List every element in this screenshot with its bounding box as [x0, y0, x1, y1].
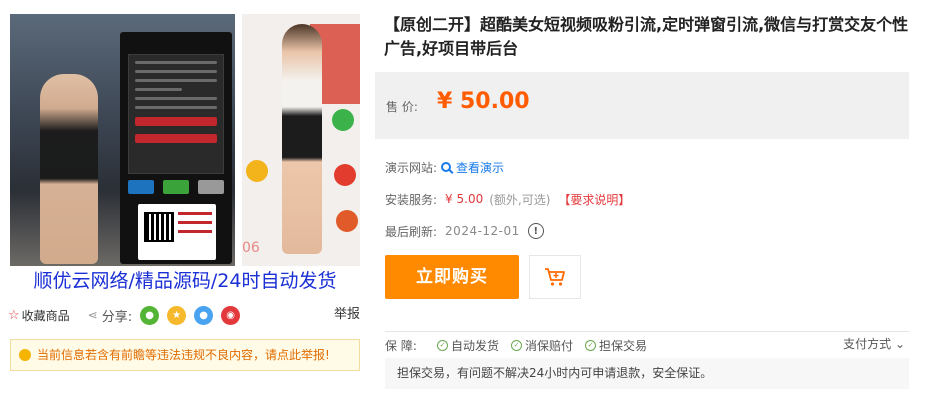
phone-mockup [120, 32, 232, 264]
star-icon: ☆ [8, 307, 20, 323]
payment-methods-label: 支付方式 [843, 337, 892, 351]
qr-card [138, 204, 216, 260]
reward-badge-icon [334, 164, 356, 186]
notice-text: 当前信息若含有前瞻等违法违规不良内容，请点此举报! [37, 348, 330, 362]
share-label: 分享: [101, 309, 133, 325]
product-screenshot-model[interactable] [242, 14, 360, 266]
popup-buttons [128, 180, 224, 194]
demo-key: 演示网站: [385, 160, 438, 175]
phone-header [126, 36, 226, 50]
product-screenshot-street[interactable] [10, 14, 235, 266]
share-group: ⋖ 分享: ● ★ ● ◉ [87, 305, 241, 325]
price-value: ¥ 50.00 [437, 89, 530, 114]
buy-now-button[interactable]: 立即购买 [385, 255, 519, 299]
favorite-label: 收藏商品 [21, 308, 70, 323]
service-note: (额外,可选) [489, 192, 551, 207]
search-icon [441, 162, 452, 172]
add-to-cart-button[interactable] [529, 255, 581, 299]
favorite-button[interactable]: ☆ 收藏商品 [8, 307, 70, 324]
heart-badge-icon [332, 109, 354, 131]
payment-methods-dropdown[interactable]: 支付方式 ⌄ [843, 335, 905, 352]
gift-badge-icon [336, 210, 358, 232]
qzone-icon[interactable]: ★ [167, 305, 187, 325]
gallery-caption: 顺优云网络/精品源码/24时自动发货 [33, 270, 337, 292]
cart-icon [545, 268, 565, 286]
check-icon: ✓ [437, 339, 448, 351]
check-icon: ✓ [585, 339, 597, 351]
report-notice[interactable]: 当前信息若含有前瞻等违法违规不良内容，请点此举报! [10, 339, 360, 371]
report-link[interactable]: 举报 [334, 304, 360, 326]
refresh-row: 最后刷新: 2024-12-01 ! [385, 221, 544, 241]
guarantee-description: 担保交易，有问题不解决24小时内可申请退款，安全保证。 [385, 358, 909, 389]
service-row: 安装服务: ¥ 5.00 (额外,可选) 【要求说明】 [385, 189, 630, 209]
price-panel: 售 价: ¥ 50.00 [375, 72, 909, 139]
chevron-down-icon: ⌄ [894, 337, 905, 351]
image-watermark: 06 [242, 240, 260, 256]
demo-link-label: 查看演示 [456, 160, 505, 175]
guarantee-item: ✓ 担保交易 [585, 337, 647, 354]
service-key: 安装服务: [385, 192, 438, 207]
price-label: 售 价: [386, 100, 418, 114]
demo-row: 演示网站: 查看演示 [385, 157, 504, 177]
wechat-icon[interactable]: ● [140, 305, 160, 325]
product-title: 【原创二开】超酷美女短视频吸粉引流,定时弹窗引流,微信与打赏交友个性广告,好项目… [384, 15, 909, 58]
guarantee-label: 保 障: [385, 338, 417, 353]
info-icon[interactable]: ! [527, 223, 544, 239]
coin-badge-icon [246, 160, 268, 182]
share-icon: ⋖ [87, 308, 98, 322]
qr-code-icon [144, 212, 174, 242]
service-requirement-link[interactable]: 【要求说明】 [558, 191, 630, 208]
guarantee-panel: 保 障: ✓ 自动发货 ✓ 消保赔付 ✓ 担保交易 支付方式 ⌄ 担保交易，有问… [385, 331, 909, 389]
demo-link[interactable]: 查看演示 [441, 159, 504, 176]
lightbulb-icon [19, 349, 31, 361]
refresh-date: 2024-12-01 [445, 224, 520, 238]
popup-modal-preview [128, 54, 224, 174]
product-gallery[interactable]: 06 [10, 14, 360, 266]
guarantee-item: ✓ 消保赔付 [511, 337, 573, 354]
model-figure [282, 24, 322, 254]
guarantee-item-label: 消保赔付 [525, 338, 574, 353]
guarantee-item-label: 担保交易 [599, 338, 648, 353]
refresh-key: 最后刷新: [385, 224, 438, 239]
guarantee-item: ✓ 自动发货 [437, 337, 499, 354]
guarantee-item-label: 自动发货 [451, 338, 500, 353]
share-bar: ☆ 收藏商品 ⋖ 分享: ● ★ ● ◉ 举报 [8, 304, 360, 326]
service-price: ¥ 5.00 [445, 192, 484, 206]
check-icon: ✓ [511, 339, 523, 351]
weibo-icon[interactable]: ◉ [221, 305, 241, 325]
qq-icon[interactable]: ● [194, 305, 214, 325]
model-figure [40, 74, 98, 264]
